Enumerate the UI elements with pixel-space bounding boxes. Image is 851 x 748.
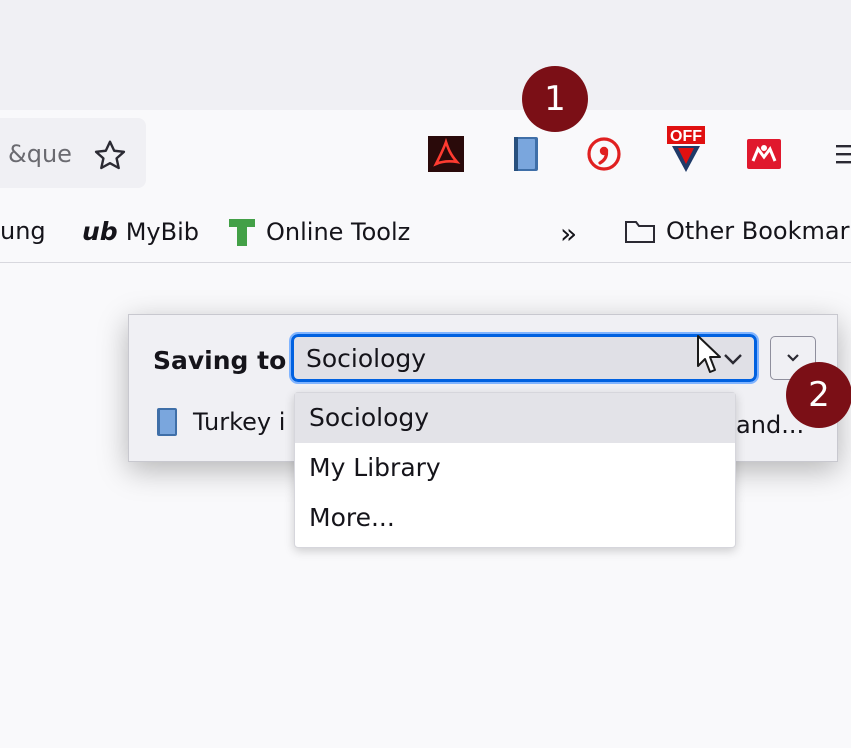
collection-select[interactable]: Sociology	[289, 332, 759, 384]
saved-item-title: Turkey i	[193, 408, 286, 436]
tab-strip	[0, 0, 851, 110]
folder-icon	[625, 221, 655, 243]
svg-text:OFF: OFF	[670, 128, 702, 145]
other-bookmarks-label: Other Bookmark	[666, 217, 851, 245]
adblock-off-icon[interactable]: OFF	[664, 126, 708, 174]
mouse-cursor-icon	[697, 335, 721, 373]
dropdown-option-more[interactable]: More...	[295, 493, 735, 543]
mybib-ub-icon: ub	[82, 217, 118, 246]
dropdown-option-sociology[interactable]: Sociology	[295, 393, 735, 443]
other-bookmarks[interactable]: Other Bookmark	[624, 217, 851, 245]
zotero-connector-icon[interactable]	[506, 134, 546, 174]
bookmark-label: Online Toolz	[266, 218, 411, 246]
bookmark-label: MyBib	[125, 217, 199, 246]
bookmark-mybib[interactable]: ub MyBib	[82, 217, 199, 246]
mendeley-icon[interactable]	[744, 134, 784, 174]
citation-icon[interactable]	[584, 134, 624, 174]
bookmark-item[interactable]: ung	[0, 217, 46, 245]
annotation-badge-2: 2	[786, 362, 851, 428]
dropdown-option-my-library[interactable]: My Library	[295, 443, 735, 493]
bookmark-online-toolz[interactable]: Online Toolz	[228, 217, 410, 247]
online-toolz-icon	[229, 219, 255, 246]
bookmarks-toolbar: ung ub MyBib Online Toolz » Other Bookma…	[0, 202, 851, 263]
annotation-badge-1: 1	[522, 66, 588, 132]
url-text: &que	[8, 140, 72, 168]
saving-to-label: Saving to	[153, 346, 287, 375]
bookmarks-overflow-button[interactable]: »	[560, 217, 577, 250]
bookmark-label: ung	[0, 217, 46, 245]
collection-select-value: Sociology	[306, 344, 427, 373]
saved-item-row: Turkey i	[155, 407, 285, 437]
book-icon	[157, 408, 177, 436]
menu-icon[interactable]	[828, 140, 851, 168]
adobe-acrobat-icon[interactable]	[426, 134, 466, 174]
collection-dropdown-list: Sociology My Library More...	[294, 392, 736, 548]
bookmark-star-icon[interactable]	[92, 138, 128, 174]
